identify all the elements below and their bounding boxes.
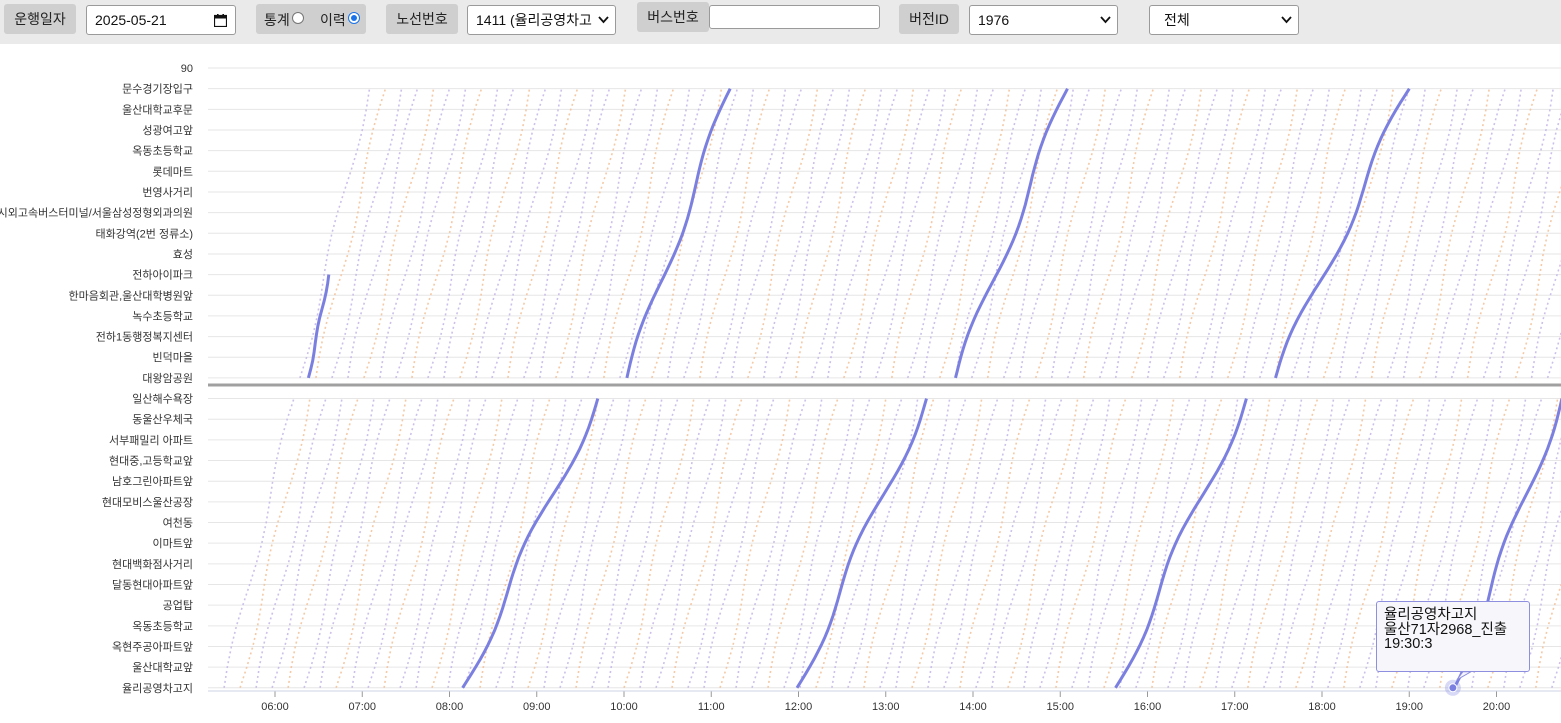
- x-tick-label: 12:00: [785, 701, 813, 713]
- history-radio[interactable]: [348, 12, 360, 24]
- stop-labels: 90문수경기장입구울산대학교후문성광여고앞옥동초등학교롯데마트번영사거리시외고속…: [0, 63, 193, 695]
- x-tick-label: 09:00: [523, 701, 551, 713]
- stop-label: 현대모비스울산공장: [102, 496, 193, 509]
- chevron-down-icon: [1281, 16, 1292, 24]
- stop-label: 현대중,고등학교앞: [109, 455, 193, 468]
- chevron-down-icon: [598, 16, 609, 24]
- stop-label: 대왕암공원: [142, 372, 193, 385]
- stop-label: 달동현대아파트앞: [112, 579, 193, 592]
- x-tick-label: 15:00: [1046, 701, 1074, 713]
- x-tick-label: 17:00: [1221, 701, 1249, 713]
- tooltip-bus: 울산71자2968_진출: [1384, 621, 1508, 638]
- stop-label: 옥동초등학교: [132, 145, 193, 158]
- calendar-icon[interactable]: [214, 14, 227, 27]
- chart-tooltip: 율리공영차고지 울산71자2968_진출 19:30:3: [1376, 601, 1530, 672]
- x-tick-label: 14:00: [959, 701, 987, 713]
- history-radio-label: 이력: [320, 12, 346, 28]
- y-top-label: 90: [181, 63, 193, 75]
- background-trips: [223, 88, 1561, 689]
- stop-label: 빈덕마을: [153, 351, 193, 364]
- stop-label: 번영사거리: [142, 186, 193, 199]
- stop-label: 성광여고앞: [142, 124, 193, 137]
- stop-label: 일산해수욕장: [132, 392, 193, 406]
- highlighted-trips: [306, 87, 1561, 689]
- chevron-down-icon: [1100, 16, 1111, 24]
- x-tick-label: 19:00: [1395, 701, 1423, 713]
- stop-label: 울산대학교앞: [132, 661, 193, 674]
- version-select[interactable]: 1976: [969, 5, 1118, 35]
- date-value: 2025-05-21: [95, 12, 167, 28]
- x-tick-label: 16:00: [1134, 701, 1162, 713]
- stop-label: 서부패밀리 아파트: [109, 434, 193, 447]
- stop-label: 시외고속버스터미널/서울삼성정형외과의원: [0, 207, 193, 220]
- version-value: 1976: [978, 12, 1010, 28]
- date-label: 운행일자: [4, 4, 76, 34]
- stop-label: 태화강역(2번 정류소): [96, 227, 193, 240]
- stop-label: 전하아이파크: [132, 268, 193, 282]
- tooltip-stop: 율리공영차고지: [1384, 607, 1478, 623]
- x-tick-label: 18:00: [1308, 701, 1336, 713]
- stat-radio-label: 통계: [264, 12, 290, 28]
- bus-label: 버스번호: [637, 2, 709, 32]
- x-tick-label: 11:00: [698, 701, 725, 713]
- marker-point[interactable]: [1448, 683, 1458, 693]
- stop-label: 공업탑: [163, 599, 193, 612]
- toolbar: 운행일자 2025-05-21 통계 이력 노선번호 1411 (율리공영차고 …: [0, 0, 1561, 44]
- x-tick-label: 10:00: [610, 701, 638, 713]
- stop-label: 현대백화점사거리: [112, 558, 193, 571]
- stop-label: 녹수초등학교: [132, 310, 193, 323]
- route-select[interactable]: 1411 (율리공영차고: [467, 5, 616, 35]
- stop-gridlines: [208, 67, 1561, 689]
- x-tick-label: 06:00: [261, 701, 289, 713]
- bus-timetable-chart[interactable]: 90문수경기장입구울산대학교후문성광여고앞옥동초등학교롯데마트번영사거리시외고속…: [0, 44, 1561, 723]
- version-label: 버전ID: [899, 4, 959, 34]
- stop-label: 한마음회관,울산대학병원앞: [69, 289, 194, 302]
- route-label: 노선번호: [386, 4, 458, 34]
- time-axis-labels: 06:00 07:00 08:00 09:00 10:00 11:00 12:00 13:00…: [208, 690, 1561, 713]
- stop-label: 여천동: [163, 516, 193, 530]
- stop-label: 동울산우체국: [132, 413, 193, 426]
- tooltip-time: 19:30:3: [1384, 636, 1433, 652]
- stop-label: 옥동초등학교: [132, 620, 193, 633]
- stop-label: 남호그린아파트앞: [112, 475, 193, 488]
- x-tick-label: 08:00: [436, 701, 464, 713]
- stop-label: 효성: [173, 248, 193, 261]
- stop-label: 문수경기장입구: [122, 83, 193, 96]
- filter-select[interactable]: 전체: [1149, 5, 1299, 35]
- stop-label: 전하1동행정복지센터: [96, 330, 193, 344]
- x-tick-label: 13:00: [872, 701, 900, 713]
- date-input[interactable]: 2025-05-21: [86, 5, 236, 35]
- stop-label: 옥현주공아파트앞: [112, 640, 193, 653]
- stop-label: 울산대학교후문: [122, 103, 193, 116]
- bus-number-input[interactable]: [709, 5, 880, 29]
- stop-label: 롯데마트: [153, 165, 193, 178]
- tooltip-marker[interactable]: [1444, 671, 1473, 696]
- route-value: 1411 (율리공영차고: [476, 12, 592, 28]
- stat-radio[interactable]: [292, 12, 304, 24]
- x-tick-label: 20:00: [1483, 701, 1511, 713]
- stop-label: 이마트앞: [153, 537, 193, 550]
- filter-value: 전체: [1164, 12, 1190, 28]
- stop-label: 율리공영차고지: [122, 682, 193, 695]
- x-tick-label: 07:00: [348, 701, 376, 713]
